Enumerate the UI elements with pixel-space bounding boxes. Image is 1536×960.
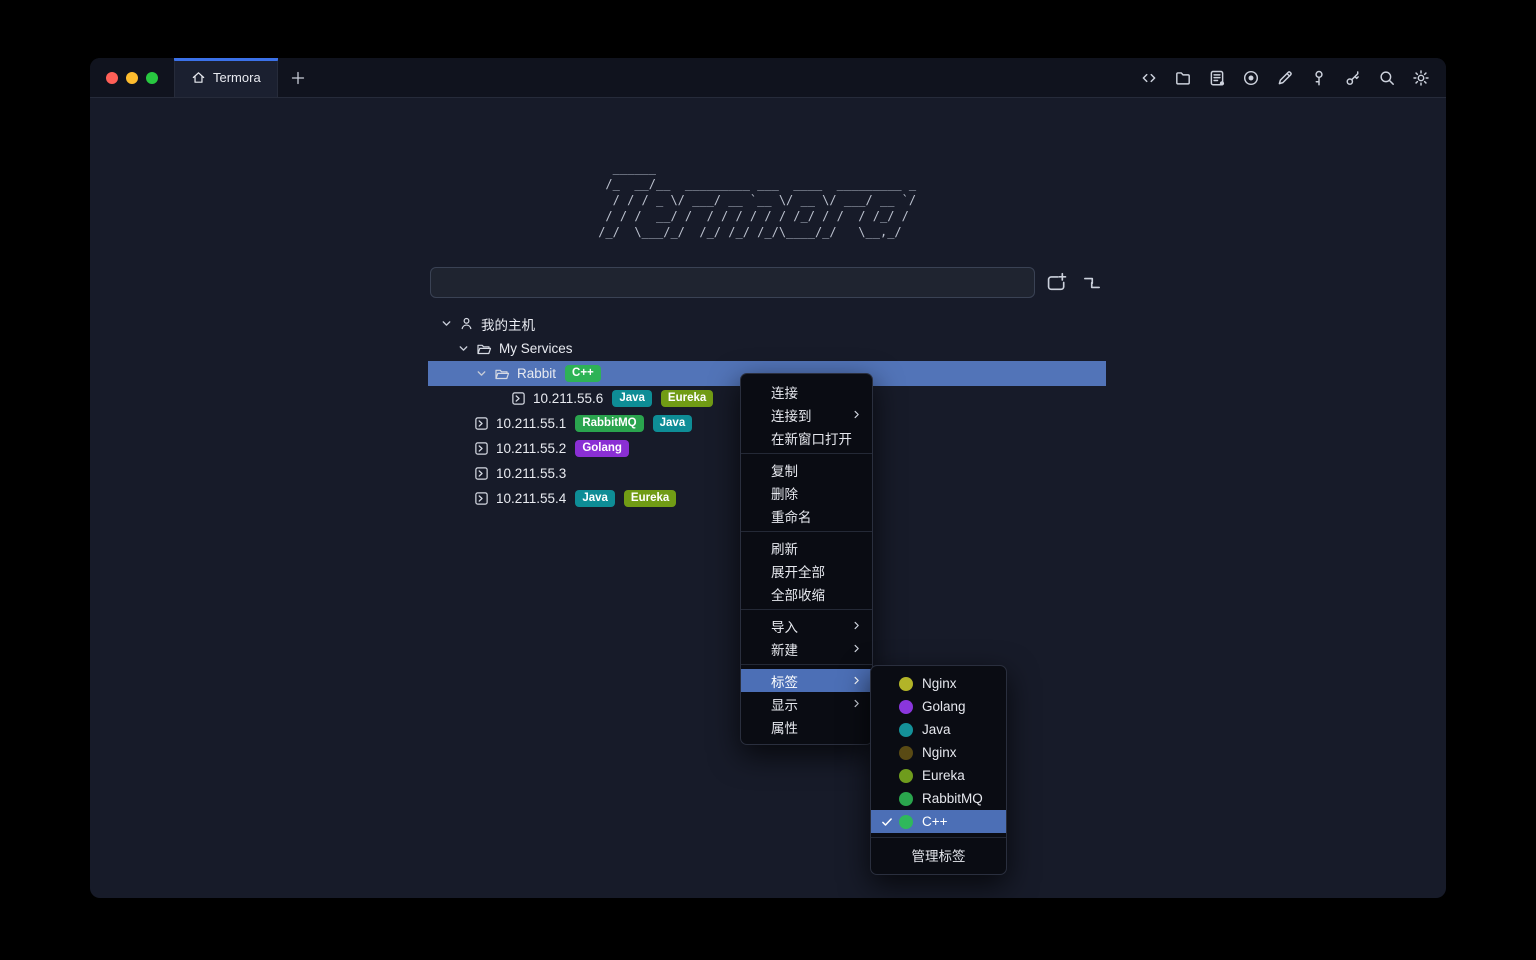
menu-item-connect-to[interactable]: 连接到 <box>741 403 872 426</box>
search-icon[interactable] <box>1374 65 1399 90</box>
menu-separator <box>741 664 872 665</box>
tag-option-rabbitmq[interactable]: RabbitMQ <box>871 787 1006 810</box>
settings-icon[interactable] <box>1408 65 1433 90</box>
edit-icon[interactable] <box>1272 65 1297 90</box>
tab-title: Termora <box>213 70 261 85</box>
tag-badge: Java <box>575 490 615 507</box>
tag-color-dot <box>899 746 913 760</box>
add-host-button[interactable] <box>1044 271 1068 295</box>
menu-separator <box>871 837 1006 838</box>
chevron-down-icon[interactable] <box>457 342 470 355</box>
close-window-button[interactable] <box>106 72 118 84</box>
chevron-right-icon <box>851 698 862 709</box>
terminal-icon <box>474 466 489 481</box>
tree-node-label: 10.211.55.4 <box>496 491 566 506</box>
menu-item-rename[interactable]: 重命名 <box>741 504 872 527</box>
menu-item-tags[interactable]: 标签 <box>741 669 872 692</box>
tag-option-cpp[interactable]: C++ <box>871 810 1006 833</box>
tag-badge: Eureka <box>624 490 676 507</box>
tree-row-my-hosts[interactable]: 我的主机 <box>428 311 1106 336</box>
tag-badge: Java <box>653 415 693 432</box>
menu-item-open-in-new-window[interactable]: 在新窗口打开 <box>741 426 872 449</box>
terminal-icon <box>474 416 489 431</box>
search-input[interactable] <box>430 267 1035 298</box>
keychain-icon[interactable] <box>1340 65 1365 90</box>
folder-open-icon <box>476 341 492 357</box>
log-icon[interactable] <box>1204 65 1229 90</box>
minimize-window-button[interactable] <box>126 72 138 84</box>
terminal-icon <box>474 441 489 456</box>
menu-separator <box>741 531 872 532</box>
terminal-icon <box>511 391 526 406</box>
user-icon <box>459 316 474 331</box>
chevron-right-icon <box>851 620 862 631</box>
tag-option-golang[interactable]: Golang <box>871 695 1006 718</box>
menu-item-connect[interactable]: 连接 <box>741 380 872 403</box>
menu-item-expand-all[interactable]: 展开全部 <box>741 559 872 582</box>
collapse-all-icon[interactable] <box>1080 271 1104 295</box>
folder-icon[interactable] <box>1170 65 1195 90</box>
menu-item-collapse-all[interactable]: 全部收缩 <box>741 582 872 605</box>
menu-item-display[interactable]: 显示 <box>741 692 872 715</box>
chevron-right-icon <box>851 643 862 654</box>
chevron-down-icon[interactable] <box>440 317 453 330</box>
tab-bar: Termora <box>90 58 1446 98</box>
chevron-right-icon <box>851 409 862 420</box>
window-controls <box>90 58 174 97</box>
chevron-right-icon <box>851 675 862 686</box>
tag-badge: C++ <box>565 365 601 382</box>
context-menu: 连接 连接到 在新窗口打开 复制 删除 重命名 刷新 展开全部 全部收缩 导入 … <box>740 373 873 745</box>
tag-option-java[interactable]: Java <box>871 718 1006 741</box>
check-icon <box>881 816 899 828</box>
toolbar <box>1136 58 1446 97</box>
app-window: Termora <box>90 58 1446 898</box>
tree-node-label: 10.211.55.1 <box>496 416 566 431</box>
menu-item-import[interactable]: 导入 <box>741 614 872 637</box>
tag-submenu: Nginx Golang Java Nginx Eureka RabbitMQ … <box>870 665 1007 875</box>
tag-badge: Java <box>612 390 652 407</box>
tag-option-eureka[interactable]: Eureka <box>871 764 1006 787</box>
menu-item-delete[interactable]: 删除 <box>741 481 872 504</box>
manage-tags-button[interactable]: 管理标签 <box>871 842 1006 868</box>
menu-item-copy[interactable]: 复制 <box>741 458 872 481</box>
tree-node-label: My Services <box>499 341 573 356</box>
key-icon[interactable] <box>1306 65 1331 90</box>
tree-node-label: 我的主机 <box>481 314 535 334</box>
chevron-down-icon[interactable] <box>475 367 488 380</box>
home-icon <box>191 70 206 85</box>
tree-node-label: Rabbit <box>517 366 556 381</box>
menu-item-new[interactable]: 新建 <box>741 637 872 660</box>
tag-option-nginx[interactable]: Nginx <box>871 672 1006 695</box>
tag-badge: RabbitMQ <box>575 415 643 432</box>
tree-node-label: 10.211.55.6 <box>533 391 603 406</box>
tag-color-dot <box>899 677 913 691</box>
menu-separator <box>741 609 872 610</box>
tag-color-dot <box>899 815 913 829</box>
tree-node-label: 10.211.55.3 <box>496 466 566 481</box>
tag-color-dot <box>899 792 913 806</box>
tag-badge: Golang <box>575 440 629 457</box>
terminal-icon <box>474 491 489 506</box>
menu-separator <box>741 453 872 454</box>
tag-color-dot <box>899 769 913 783</box>
tree-node-label: 10.211.55.2 <box>496 441 566 456</box>
record-icon[interactable] <box>1238 65 1263 90</box>
tab-termora[interactable]: Termora <box>174 58 278 97</box>
tag-option-nginx-2[interactable]: Nginx <box>871 741 1006 764</box>
tree-row-my-services[interactable]: My Services <box>428 336 1106 361</box>
folder-open-icon <box>494 366 510 382</box>
menu-item-properties[interactable]: 属性 <box>741 715 872 738</box>
ascii-logo: ______ /_ __/__ _________ ___ ____ _____… <box>90 160 1446 240</box>
new-tab-button[interactable] <box>278 58 318 97</box>
menu-item-refresh[interactable]: 刷新 <box>741 536 872 559</box>
tag-color-dot <box>899 723 913 737</box>
zoom-window-button[interactable] <box>146 72 158 84</box>
tag-color-dot <box>899 700 913 714</box>
tag-badge: Eureka <box>661 390 713 407</box>
code-icon[interactable] <box>1136 65 1161 90</box>
